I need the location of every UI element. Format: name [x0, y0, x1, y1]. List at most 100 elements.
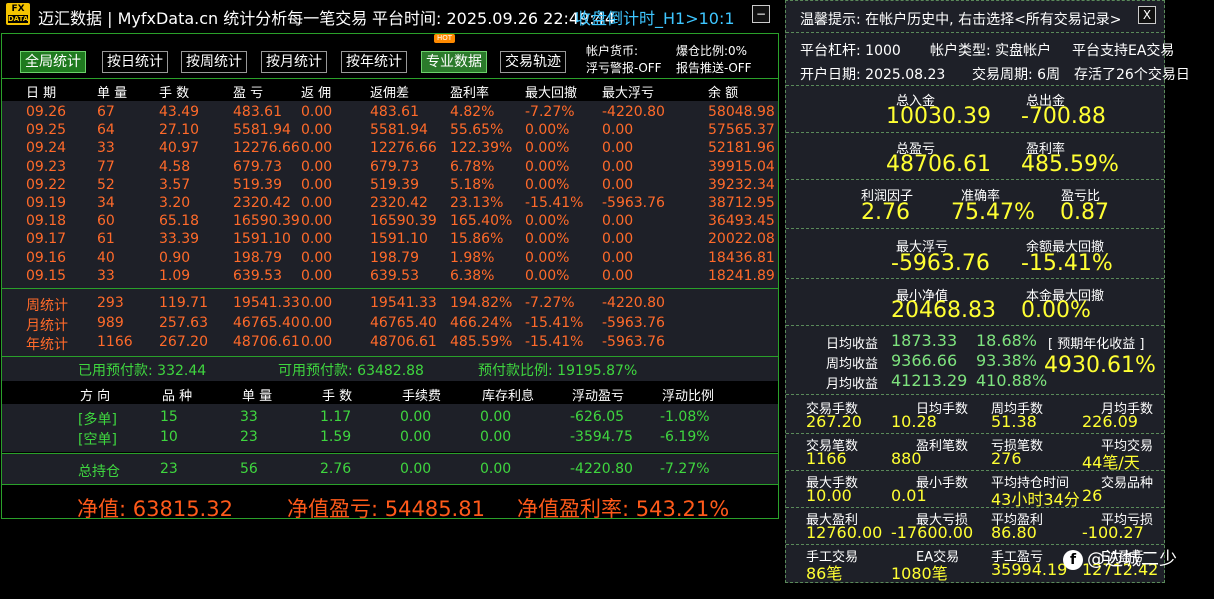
stat-value: 226.09: [1082, 412, 1138, 431]
position-cell: 33: [240, 409, 258, 425]
daily-cell: 679.73: [370, 158, 419, 175]
daily-cell: 0.00: [301, 122, 333, 139]
daily-cell: 67: [97, 104, 115, 120]
survival-days: 存活了26个交易日: [1074, 67, 1190, 83]
annual-return: 4930.61%: [1044, 353, 1156, 378]
daily-cell: -4220.80: [602, 104, 665, 120]
daily-cell: 33.39: [159, 231, 200, 248]
tab-monthly[interactable]: 按月统计: [261, 51, 327, 73]
summary-cell: -5963.76: [602, 334, 665, 350]
daily-cell: 4.58: [159, 158, 191, 175]
daily-cell: 40.97: [159, 140, 200, 157]
daily-cell: 639.53: [233, 267, 282, 284]
daily-cell: 43.49: [159, 104, 200, 120]
float-warning[interactable]: 浮亏警报-OFF: [586, 59, 662, 76]
position-cell: 1.17: [320, 409, 352, 425]
daily-cell: 0.00: [301, 213, 333, 230]
daily-cell: 6.78%: [450, 158, 495, 175]
summary-cell: 485.59%: [450, 334, 513, 350]
daily-cell: 198.79: [233, 249, 282, 266]
position-cell: -3594.75: [570, 429, 633, 445]
daily-cell: 0.00: [602, 122, 634, 139]
tab-trade-track[interactable]: 交易轨迹: [500, 51, 566, 73]
daily-cell: 0.00: [301, 140, 333, 157]
summary-cell: 194.82%: [450, 295, 513, 311]
positions-header-cell: 浮动比例: [662, 389, 715, 404]
stat-value: 26: [1082, 486, 1103, 505]
summary-cell: 119.71: [159, 295, 208, 311]
daily-cell: 77: [97, 158, 115, 175]
daily-cell: 4.82%: [450, 104, 495, 120]
position-cell: 1.59: [320, 429, 352, 445]
summary-cell: -7.27%: [525, 295, 575, 311]
summary-cell: 46765.40: [370, 314, 437, 331]
daily-cell: 0.00%: [525, 176, 570, 193]
stat-value: 51.38: [991, 412, 1037, 431]
daily-cell: 16590.39: [370, 213, 437, 230]
daily-cell: 0.00: [602, 267, 634, 284]
daily-cell: 40: [97, 249, 115, 266]
total-cell: 2.76: [320, 461, 352, 477]
daily-cell: 0.00: [301, 195, 333, 211]
stat-value: 0.01: [891, 486, 927, 505]
stat-value: 12760.00: [806, 523, 883, 542]
daily-header-cell: 手 数: [159, 86, 190, 101]
max-float-loss: -5963.76: [891, 251, 990, 276]
daily-header-cell: 盈利率: [450, 86, 490, 101]
daily-header-cell: 余 额: [708, 86, 739, 101]
net-equity-rate: 净值盈利率: 543.21%: [517, 497, 730, 521]
total-withdraw: -700.88: [1021, 104, 1106, 129]
daily-cell: 0.00: [602, 176, 634, 193]
daily-cell: 39232.34: [708, 176, 775, 193]
daily-cell: 09.23: [26, 158, 67, 175]
daily-cell: 198.79: [370, 249, 419, 266]
used-margin: 已用预付款: 332.44: [78, 363, 207, 379]
summary-cell: 19541.33: [370, 295, 437, 311]
tab-pro-data[interactable]: 专业数据: [421, 51, 487, 73]
summary-cell: 19541.33: [233, 295, 300, 311]
stat-label: 交易品种: [1101, 476, 1154, 491]
daily-cell: 55.65%: [450, 122, 504, 139]
daily-cell: 122.39%: [450, 140, 513, 157]
tab-daily[interactable]: 按日统计: [102, 51, 168, 73]
summary-cell: 1166: [97, 334, 133, 350]
monthly-avg-label: 月均收益: [826, 377, 879, 392]
daily-cell: 33: [97, 140, 115, 157]
daily-cell: 483.61: [370, 104, 419, 120]
close-button[interactable]: X: [1138, 6, 1156, 24]
close-countdown: 收盘倒计时_H1>10:1: [575, 9, 735, 28]
summary-table: 周统计 293 119.71 19541.33 0.00 19541.33 194.82% -…: [2, 289, 778, 356]
daily-avg-label: 日均收益: [826, 337, 879, 352]
positions-header-cell: 浮动盈亏: [572, 389, 625, 404]
daily-cell: 23.13%: [450, 195, 504, 211]
daily-cell: 09.24: [26, 140, 67, 157]
app-title: 迈汇数据 | MyfxData.cn 统计分析每一笔交易: [38, 9, 368, 28]
stat-label: 盈利笔数: [916, 439, 969, 454]
daily-cell: 165.40%: [450, 213, 513, 230]
positions-header-cell: 手 数: [322, 389, 353, 404]
summary-cell: 267.20: [159, 334, 208, 350]
daily-cell: 34: [97, 195, 115, 211]
daily-cell: 483.61: [233, 104, 282, 120]
daily-cell: 0.00%: [525, 231, 570, 248]
monthly-avg-pct: 410.88%: [976, 371, 1048, 390]
open-date: 开户日期: 2025.08.23: [800, 67, 946, 83]
tab-weekly[interactable]: 按周统计: [181, 51, 247, 73]
report-push[interactable]: 报告推送-OFF: [676, 59, 752, 76]
daily-cell: 61: [97, 231, 115, 248]
daily-cell: 57565.37: [708, 122, 775, 139]
daily-cell: -5963.76: [602, 195, 665, 211]
top-bar: FX DATA 迈汇数据 | MyfxData.cn 统计分析每一笔交易 平台时间…: [0, 0, 780, 30]
summary-cell: -15.41%: [525, 334, 584, 350]
tab-global[interactable]: 全局统计: [20, 51, 86, 73]
daily-cell: 5581.94: [370, 122, 428, 139]
minimize-button[interactable]: −: [752, 5, 770, 23]
daily-cell: 39915.04: [708, 158, 775, 175]
summary-cell: 989: [97, 314, 124, 331]
daily-cell: 519.39: [233, 176, 282, 193]
tab-yearly[interactable]: 按年统计: [341, 51, 407, 73]
position-cell: 0.00: [400, 409, 432, 425]
daily-cell: 60: [97, 213, 115, 230]
capital-max-drawdown: 0.00%: [1021, 298, 1091, 323]
summary-cell: 月统计: [26, 317, 68, 334]
